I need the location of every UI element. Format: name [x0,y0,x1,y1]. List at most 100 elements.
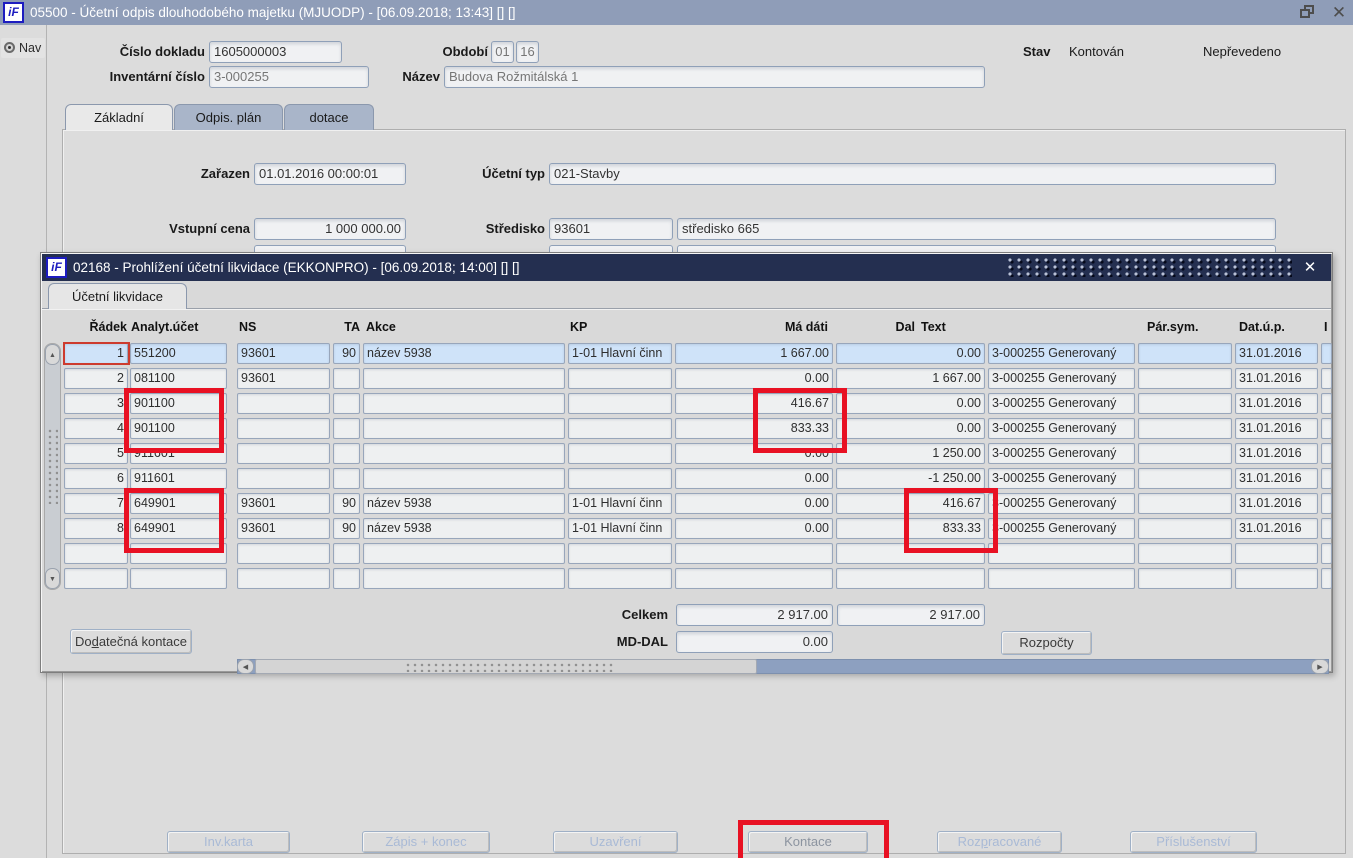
table-cell[interactable]: 3-000255 Generovaný [988,443,1135,464]
table-cell[interactable]: 1 667.00 [836,368,985,389]
vstupni-cena-field[interactable]: 1 000 000.00 [254,218,406,240]
table-cell[interactable] [333,468,360,489]
table-cell[interactable]: 0.00 [675,443,833,464]
inventarni-cislo-field[interactable]: 3-000255 [209,66,369,88]
table-cell[interactable]: 649901 [130,493,227,514]
dodatecna-kontace-button[interactable]: Dodatečná kontace [70,629,192,654]
table-cell[interactable]: 1 250.00 [836,443,985,464]
table-cell[interactable]: 0.00 [836,393,985,414]
table-cell[interactable]: 31.01.2016 [1235,418,1318,439]
nav-radio-icon[interactable] [4,42,15,53]
record-scrollbar-vertical[interactable]: ▲ ▼ [44,343,61,590]
table-cell[interactable]: 0.00 [675,518,833,539]
kontace-button[interactable]: Kontace [748,831,868,853]
table-cell[interactable] [568,368,672,389]
table-cell[interactable]: 7 [64,493,128,514]
table-cell[interactable] [237,568,330,589]
table-cell[interactable]: 833.33 [836,518,985,539]
table-cell[interactable]: 833.33 [675,418,833,439]
stredisko-code-field[interactable]: 93601 [549,218,673,240]
table-cell[interactable]: 31.01.2016 [1235,393,1318,414]
table-cell[interactable]: 416.67 [836,493,985,514]
tab-dotace[interactable]: dotace [284,104,374,130]
table-cell[interactable] [675,568,833,589]
table-cell[interactable]: 901100 [130,393,227,414]
table-cell[interactable] [1321,468,1332,489]
table-cell[interactable] [333,368,360,389]
table-cell[interactable] [333,568,360,589]
rozpocty-button[interactable]: Rozpočty [1001,631,1092,655]
table-cell[interactable]: 90 [333,518,360,539]
table-cell[interactable] [333,393,360,414]
table-cell[interactable]: 3-000255 Generovaný [988,493,1135,514]
zarazen-field[interactable]: 01.01.2016 00:00:01 [254,163,406,185]
uzavreni-button[interactable]: Uzavření [553,831,678,853]
table-cell[interactable] [363,368,565,389]
table-cell[interactable] [130,543,227,564]
table-cell[interactable]: 416.67 [675,393,833,414]
table-cell[interactable] [1321,418,1332,439]
table-cell[interactable] [237,543,330,564]
table-cell[interactable] [1235,543,1318,564]
prislusenstvi-button[interactable]: Příslušenství [1130,831,1257,853]
table-cell[interactable]: 8 [64,518,128,539]
table-cell[interactable] [568,543,672,564]
table-cell[interactable]: 31.01.2016 [1235,468,1318,489]
nazev-field[interactable]: Budova Rožmitálská 1 [444,66,985,88]
table-cell[interactable] [568,468,672,489]
restore-icon[interactable] [1300,5,1317,20]
table-cell[interactable] [836,568,985,589]
table-cell[interactable]: 649901 [130,518,227,539]
table-cell[interactable]: 93601 [237,368,330,389]
table-cell[interactable] [363,393,565,414]
main-close-icon[interactable]: ✕ [1328,1,1350,24]
table-cell[interactable]: 1-01 Hlavní činn [568,518,672,539]
table-cell[interactable] [64,543,128,564]
table-cell[interactable] [237,393,330,414]
table-cell[interactable]: 90 [333,343,360,364]
table-cell[interactable]: 3 [64,393,128,414]
table-cell[interactable] [1321,493,1332,514]
table-cell[interactable]: 1-01 Hlavní činn [568,493,672,514]
obdobi-year-field[interactable]: 16 [516,41,539,63]
table-cell[interactable]: název 5938 [363,518,565,539]
table-cell[interactable] [333,418,360,439]
table-cell[interactable]: 3-000255 Generovaný [988,518,1135,539]
table-cell[interactable] [237,443,330,464]
table-cell[interactable]: 0.00 [675,468,833,489]
table-cell[interactable] [1138,518,1232,539]
scroll-left-icon[interactable]: ◀ [237,659,254,674]
table-cell[interactable] [237,418,330,439]
table-cell[interactable] [363,443,565,464]
table-cell[interactable]: 0.00 [836,418,985,439]
scroll-right-icon[interactable]: ▶ [1311,659,1329,674]
table-cell[interactable]: 31.01.2016 [1235,368,1318,389]
table-cell[interactable] [130,568,227,589]
table-cell[interactable] [1138,493,1232,514]
table-cell[interactable] [1235,568,1318,589]
table-cell[interactable] [333,543,360,564]
table-cell[interactable] [1138,343,1232,364]
table-cell[interactable]: 3-000255 Generovaný [988,418,1135,439]
tab-zakladni[interactable]: Základní [65,104,173,130]
scrollbar-thumb[interactable] [255,659,757,674]
table-cell[interactable]: 911601 [130,468,227,489]
table-cell[interactable]: 31.01.2016 [1235,443,1318,464]
table-cell[interactable]: 2 [64,368,128,389]
table-cell[interactable] [568,443,672,464]
table-cell[interactable] [1321,343,1332,364]
table-cell[interactable] [1321,368,1332,389]
table-cell[interactable] [237,468,330,489]
table-cell[interactable]: 90 [333,493,360,514]
scroll-up-icon[interactable]: ▲ [45,344,60,365]
table-cell[interactable]: 31.01.2016 [1235,343,1318,364]
rozpracovane-button[interactable]: Rozpracované [937,831,1062,853]
table-cell[interactable]: -1 250.00 [836,468,985,489]
table-cell[interactable] [675,543,833,564]
table-cell[interactable]: 081100 [130,368,227,389]
table-cell[interactable] [1321,543,1332,564]
table-cell[interactable] [64,568,128,589]
table-cell[interactable] [363,543,565,564]
table-cell[interactable]: 1-01 Hlavní činn [568,343,672,364]
table-cell[interactable]: 6 [64,468,128,489]
